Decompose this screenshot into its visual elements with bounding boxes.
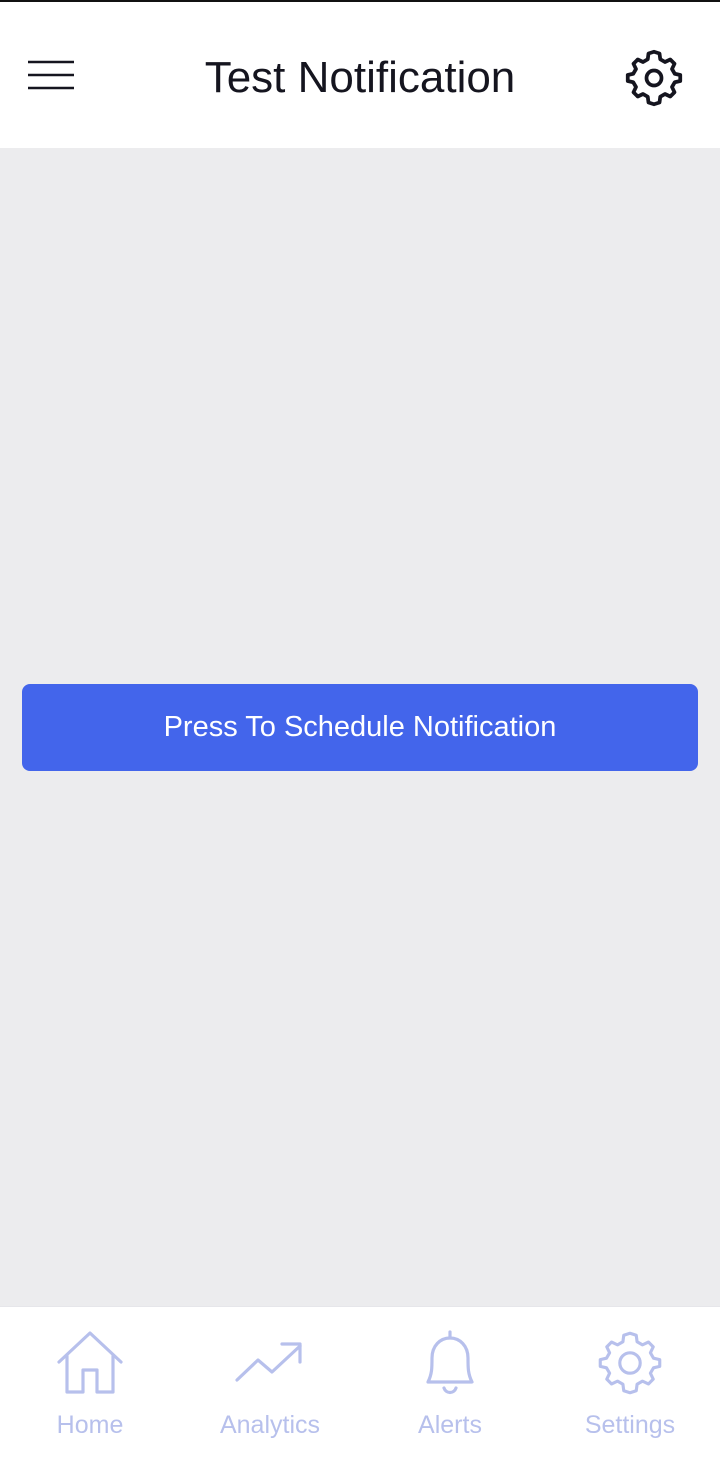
menu-button[interactable] bbox=[22, 48, 80, 102]
bell-icon bbox=[426, 1330, 474, 1395]
page-title: Test Notification bbox=[204, 53, 516, 102]
gear-icon bbox=[625, 49, 683, 107]
header-settings-button[interactable] bbox=[618, 44, 690, 112]
hamburger-menu-icon bbox=[28, 60, 74, 90]
schedule-notification-button[interactable]: Press To Schedule Notification bbox=[22, 684, 698, 771]
nav-label-analytics: Analytics bbox=[219, 1411, 321, 1439]
main-content: Press To Schedule Notification bbox=[0, 148, 720, 1306]
nav-label-alerts: Alerts bbox=[418, 1411, 482, 1439]
trending-up-icon bbox=[235, 1342, 302, 1382]
home-icon bbox=[57, 1331, 123, 1394]
nav-item-analytics[interactable]: Analytics bbox=[180, 1307, 360, 1468]
nav-label-settings: Settings bbox=[584, 1411, 676, 1439]
nav-item-alerts[interactable]: Alerts bbox=[360, 1307, 540, 1468]
nav-item-home[interactable]: Home bbox=[0, 1307, 180, 1468]
bottom-navigation: Home Analytics Alerts Settings bbox=[0, 1306, 720, 1468]
nav-item-settings[interactable]: Settings bbox=[540, 1307, 720, 1468]
nav-label-home: Home bbox=[56, 1411, 124, 1439]
app-header: Test Notification bbox=[0, 2, 720, 148]
app-screen: Test Notification Press To Schedule Noti… bbox=[0, 0, 720, 1468]
gear-icon bbox=[598, 1331, 662, 1395]
